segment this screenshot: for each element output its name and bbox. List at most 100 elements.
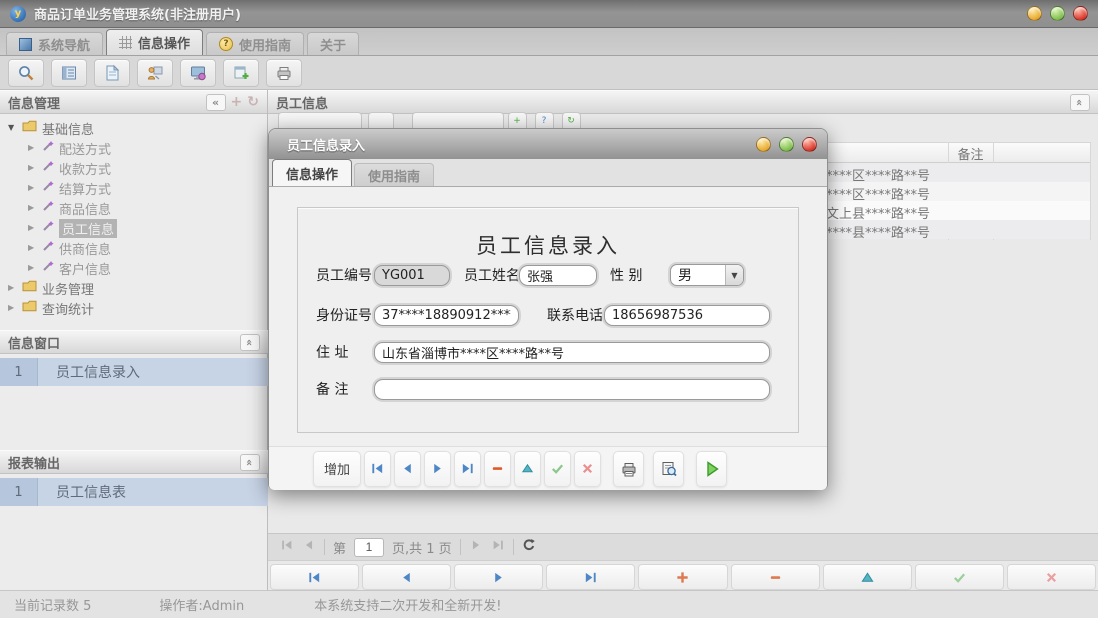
prev-page-button[interactable] [302, 538, 316, 556]
tree-expanded-icon[interactable]: ▼ [8, 124, 17, 132]
tree-collapsed-icon[interactable]: ▶ [28, 244, 37, 252]
print-button[interactable] [613, 451, 644, 487]
collapse-sidebar-button[interactable]: « [206, 94, 226, 111]
next-record-button[interactable] [424, 451, 451, 487]
id-card-field[interactable] [374, 305, 519, 326]
save-record-button[interactable] [544, 451, 571, 487]
delete-record-button[interactable] [484, 451, 511, 487]
first-record-button[interactable] [364, 451, 391, 487]
info-manage-panel-header: 信息管理 « + ↻ [0, 90, 267, 114]
add-button[interactable]: 增加 [313, 451, 361, 487]
tree-label: 商品信息 [59, 199, 111, 218]
chevron-down-icon[interactable]: ▼ [725, 265, 743, 285]
tree-item-supplier-info[interactable]: ▶ 供商信息 [0, 238, 267, 258]
first-record-button[interactable] [270, 564, 359, 590]
collapse-panel-button[interactable]: « [240, 334, 260, 351]
gender-select[interactable]: 男 ▼ [670, 264, 744, 286]
search-button[interactable] [8, 59, 44, 87]
confirm-record-button[interactable] [915, 564, 1004, 590]
plus-icon: + [231, 94, 243, 110]
tree-label: 客户信息 [59, 259, 111, 278]
tree-collapsed-icon[interactable]: ▶ [28, 184, 37, 192]
column-divider [1090, 142, 1091, 240]
dialog-close-button[interactable] [802, 137, 817, 152]
help-coin-icon: ? [219, 37, 233, 51]
minimize-button[interactable] [1027, 6, 1042, 21]
last-page-button[interactable] [491, 538, 505, 556]
next-page-button[interactable] [469, 538, 483, 556]
collapse-panel-button[interactable]: « [240, 454, 260, 471]
tree-item-customer-info[interactable]: ▶ 客户信息 [0, 258, 267, 278]
collapse-main-panel-button[interactable]: « [1070, 94, 1090, 111]
address-field[interactable] [374, 342, 770, 363]
tree-collapsed-icon[interactable]: ▶ [8, 304, 17, 312]
wand-icon [42, 260, 54, 276]
report-list-button[interactable] [51, 59, 87, 87]
add-record-button[interactable] [638, 564, 727, 590]
refresh-grid-button[interactable] [522, 538, 536, 556]
employee-button[interactable] [137, 59, 173, 87]
emp-id-field[interactable] [374, 265, 450, 286]
tree-item-product-info[interactable]: ▶ 商品信息 [0, 198, 267, 218]
dialog-tab-info-operation[interactable]: 信息操作 [272, 159, 352, 186]
edit-record-button[interactable] [514, 451, 541, 487]
tree-collapsed-icon[interactable]: ▶ [28, 224, 37, 232]
next-record-button[interactable] [454, 564, 543, 590]
phone-field[interactable] [604, 305, 770, 326]
print-preview-button[interactable] [653, 451, 684, 487]
tab-info-operation[interactable]: 信息操作 [106, 29, 203, 55]
tree-item-payment-method[interactable]: ▶ 收款方式 [0, 158, 267, 178]
edit-record-button[interactable] [823, 564, 912, 590]
printer-button[interactable] [266, 59, 302, 87]
chevron-up-icon: « [244, 338, 255, 345]
prev-record-button[interactable] [362, 564, 451, 590]
tree-collapsed-icon[interactable]: ▶ [28, 264, 37, 272]
tree-item-settlement-method[interactable]: ▶ 结算方式 [0, 178, 267, 198]
last-record-button[interactable] [546, 564, 635, 590]
last-record-button[interactable] [454, 451, 481, 487]
report-output-row[interactable]: 1 员工信息表 [0, 478, 268, 506]
tree-collapsed-icon[interactable]: ▶ [28, 164, 37, 172]
remark-field[interactable] [374, 379, 770, 400]
delete-record-button[interactable] [731, 564, 820, 590]
document-button[interactable] [94, 59, 130, 87]
page-suffix-label: 页,共 1 页 [392, 538, 452, 557]
row-label: 员工信息表 [38, 478, 268, 506]
tab-about[interactable]: 关于 [307, 32, 359, 55]
tab-system-nav[interactable]: 系统导航 [6, 32, 103, 55]
dialog-minimize-button[interactable] [756, 137, 771, 152]
dialog-maximize-button[interactable] [779, 137, 794, 152]
tab-user-guide[interactable]: ? 使用指南 [206, 32, 304, 55]
info-window-row[interactable]: 1 员工信息录入 [0, 358, 268, 386]
tree-collapsed-icon[interactable]: ▶ [28, 204, 37, 212]
tree-collapsed-icon[interactable]: ▶ [28, 144, 37, 152]
new-window-button[interactable] [223, 59, 259, 87]
tab-label: 系统导航 [38, 35, 90, 54]
tree-item-query-stats[interactable]: ▶ 查询统计 [0, 298, 267, 318]
prev-icon [399, 570, 414, 585]
tree-collapsed-icon[interactable]: ▶ [8, 284, 17, 292]
cancel-record-button[interactable] [574, 451, 601, 487]
remark-column-header[interactable]: 备注 [948, 143, 993, 163]
search-icon [17, 64, 35, 82]
emp-name-label: 员工姓名 [464, 265, 520, 287]
check-icon [952, 570, 967, 585]
cancel-record-button[interactable] [1007, 564, 1096, 590]
pagination-bar: 第 页,共 1 页 [268, 533, 1098, 561]
dialog-tab-user-guide[interactable]: 使用指南 [354, 163, 434, 186]
close-button[interactable] [1073, 6, 1088, 21]
app-window: y 商品订单业务管理系统(非注册用户) 系统导航 信息操作 ? 使用指南 关于 [0, 0, 1098, 618]
tree-item-business-manage[interactable]: ▶ 业务管理 [0, 278, 267, 298]
tree-item-basic-info[interactable]: ▼ 基础信息 [0, 118, 267, 138]
run-report-button[interactable] [696, 451, 727, 487]
tree-item-delivery-method[interactable]: ▶ 配送方式 [0, 138, 267, 158]
tree-item-employee-info[interactable]: ▶ 员工信息 [0, 218, 267, 238]
page-number-input[interactable] [354, 538, 384, 557]
emp-name-field[interactable] [519, 265, 597, 286]
new-window-icon [232, 64, 250, 82]
first-page-button[interactable] [280, 538, 294, 556]
maximize-button[interactable] [1050, 6, 1065, 21]
monitor-button[interactable] [180, 59, 216, 87]
prev-record-button[interactable] [394, 451, 421, 487]
dialog-title-bar[interactable]: 员工信息录入 [269, 129, 827, 159]
